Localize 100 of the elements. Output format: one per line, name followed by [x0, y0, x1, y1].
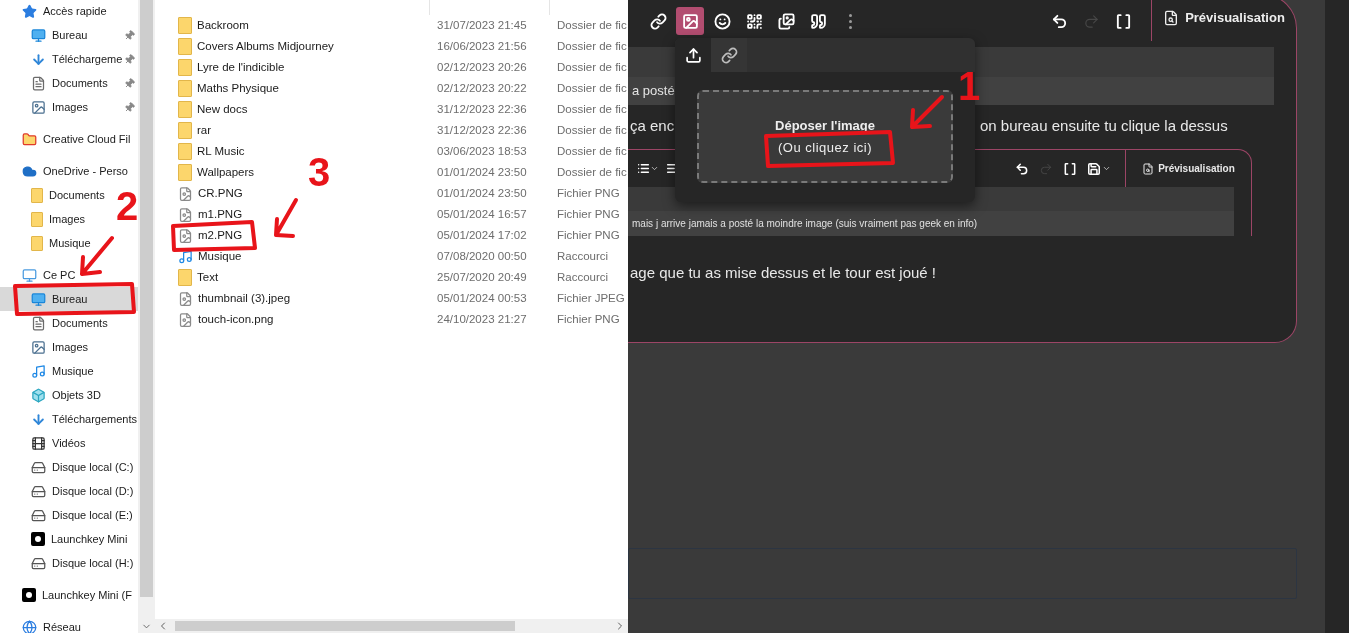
file-type: Dossier de fic	[557, 59, 627, 75]
file-type: Fichier PNG	[557, 227, 620, 243]
modified-date: 07/08/2020 00:50	[437, 248, 528, 264]
link-icon	[649, 12, 667, 30]
post-text: on bureau ensuite tu clique la dessus	[980, 116, 1228, 136]
folder-icon	[178, 17, 192, 34]
nav-item[interactable]: OneDrive - Perso	[22, 162, 128, 180]
image-icon	[31, 339, 46, 355]
annotation-number: 2	[116, 186, 139, 226]
file-name: New docs	[197, 101, 248, 117]
nav-item[interactable]: Documents	[31, 314, 108, 332]
image-icon	[31, 99, 46, 115]
modified-date: 24/10/2023 21:27	[437, 311, 528, 327]
nav-item[interactable]: Téléchargeme	[31, 50, 123, 68]
nav-item[interactable]: Objets 3D	[31, 386, 101, 404]
brackets-icon	[1114, 12, 1132, 30]
post-text: ça enc	[630, 116, 675, 136]
modified-date: 05/01/2024 17:02	[437, 227, 528, 243]
reply-field[interactable]	[628, 548, 1297, 599]
drop-hint: (Ou cliquez ici)	[778, 139, 872, 157]
scrollbar-thumb[interactable]	[140, 0, 153, 597]
link-icon	[720, 46, 738, 64]
cube-icon	[31, 387, 46, 403]
caret-icon	[650, 164, 659, 173]
nav-item[interactable]: Accès rapide	[22, 2, 107, 20]
folder-icon	[31, 187, 43, 203]
annotation-arrow	[274, 198, 298, 238]
file-name: Text	[197, 269, 219, 285]
drive-icon	[31, 483, 46, 499]
folder-icon	[22, 131, 37, 147]
nav-item[interactable]: Documents	[31, 186, 105, 204]
image-icon	[681, 12, 699, 30]
horizontal-scrollbar[interactable]	[155, 619, 628, 633]
nav-item[interactable]: Bureau	[31, 26, 88, 44]
folder-icon	[178, 80, 192, 97]
monitor-icon	[31, 291, 46, 307]
nav-item[interactable]: Documents	[31, 74, 108, 92]
image-drop-zone[interactable]: Déposer l'image (Ou cliquez ici)	[697, 90, 953, 183]
nav-item[interactable]: Images	[31, 210, 86, 228]
nav-item[interactable]: Disque local (H:)	[31, 554, 134, 572]
preview-icon	[1142, 162, 1155, 175]
folder-icon	[31, 211, 43, 227]
nav-item[interactable]: Images	[31, 98, 89, 116]
star-icon	[22, 3, 37, 19]
file-type: Dossier de fic	[557, 101, 627, 117]
device-icon	[31, 532, 45, 546]
preview-icon	[1163, 10, 1180, 26]
file-name: Maths Physique	[197, 80, 279, 96]
download-icon	[31, 411, 46, 427]
download-icon	[31, 51, 46, 67]
folder-icon	[178, 122, 192, 139]
annotation-number: 3	[308, 152, 331, 192]
nav-item[interactable]: Launchkey Mini (F	[22, 586, 132, 604]
file-type: Fichier PNG	[557, 311, 620, 327]
nav-item[interactable]: Disque local (E:)	[31, 506, 133, 524]
nav-item[interactable]: Disque local (C:)	[31, 458, 134, 476]
file-type: Dossier de fic	[557, 143, 627, 159]
modified-date: 16/06/2023 21:56	[437, 38, 528, 54]
upload-icon	[684, 46, 702, 64]
file-name: Wallpapers	[197, 164, 255, 180]
nav-item[interactable]: Creative Cloud Fil	[22, 130, 131, 148]
vertical-scrollbar[interactable]	[138, 0, 155, 633]
file-type: Fichier JPEG	[557, 290, 625, 306]
nav-item[interactable]: Vidéos	[31, 434, 86, 452]
scrollbar-thumb[interactable]	[175, 621, 515, 631]
file-type: Dossier de fic	[557, 122, 627, 138]
file-type: Dossier de fic	[557, 164, 627, 180]
file-type: Raccourci	[557, 248, 609, 264]
modified-date: 01/01/2024 23:50	[437, 164, 528, 180]
upload-tab[interactable]	[675, 38, 711, 72]
file-type: Dossier de fic	[557, 80, 627, 96]
nav-item[interactable]: Téléchargements	[31, 410, 137, 428]
nav-item[interactable]: Musique	[31, 234, 91, 252]
drop-title: Déposer l'image	[775, 116, 875, 135]
save-icon	[1087, 161, 1101, 176]
modified-date: 02/12/2023 20:22	[437, 80, 528, 96]
folder-icon	[178, 164, 192, 181]
file-type: Dossier de fic	[557, 38, 627, 54]
brackets-icon	[1063, 161, 1077, 176]
file-name: CR.PNG	[198, 185, 243, 201]
file-name: m1.PNG	[198, 206, 243, 222]
nav-item[interactable]: Réseau	[22, 618, 81, 633]
modified-date: 05/01/2024 00:53	[437, 290, 528, 306]
annotation-number: 1	[958, 66, 981, 106]
link-tab[interactable]	[711, 38, 747, 72]
file-name: Backroom	[197, 17, 249, 33]
file-name: RL Music	[197, 143, 245, 159]
nav-item[interactable]: Musique	[31, 362, 94, 380]
folder-icon	[31, 235, 43, 251]
preview-tab[interactable]: Prévisualisation	[1151, 0, 1296, 41]
smiley-icon	[713, 12, 731, 30]
document-icon	[31, 315, 46, 331]
image-button[interactable]	[676, 7, 704, 35]
nav-item[interactable]: Disque local (D:)	[31, 482, 134, 500]
list-icon	[636, 162, 650, 175]
nav-item[interactable]: Images	[31, 338, 89, 356]
nav-item[interactable]: Ce PC	[22, 266, 76, 284]
nav-item[interactable]: Launchkey Mini	[31, 530, 128, 548]
modified-date: 01/01/2024 23:50	[437, 185, 528, 201]
monitor-icon	[22, 267, 37, 283]
